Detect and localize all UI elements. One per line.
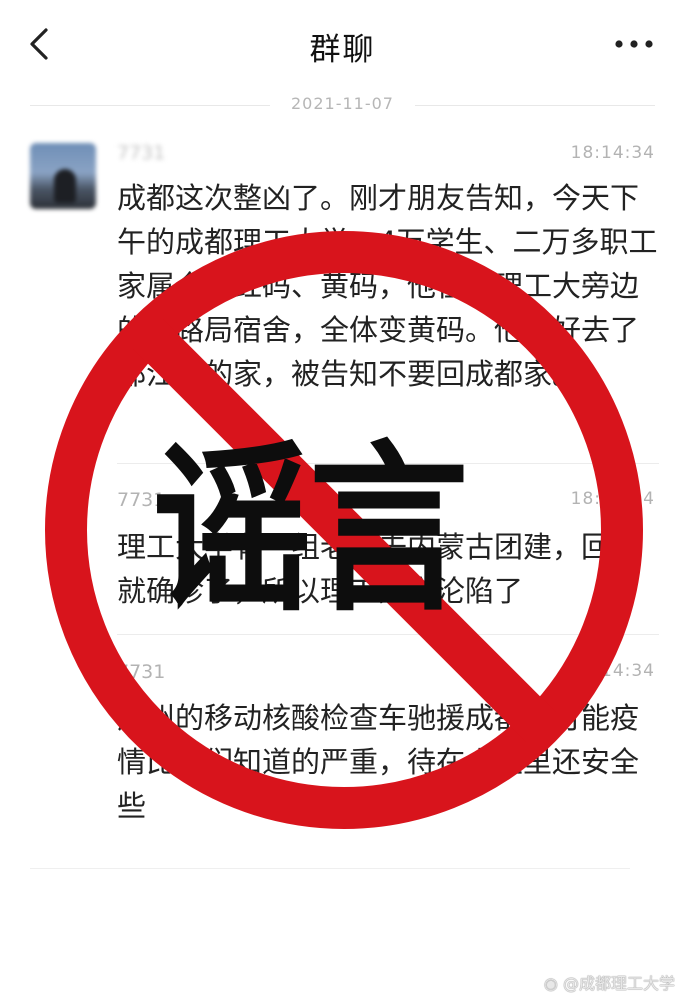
date-divider: 2021-11-07 <box>0 92 685 118</box>
avatar[interactable] <box>30 143 96 209</box>
sender-name: 7731 <box>117 142 166 164</box>
list-bottom-divider <box>30 868 630 869</box>
sender-name: 7731 <box>117 661 166 683</box>
chat-header: 群聊 <box>0 0 685 92</box>
message-text[interactable]: 成都这次整凶了。刚才朋友告知，今天下午的成都理工大学，4万学生、二万多职工家属全… <box>117 176 665 396</box>
message-separator <box>117 463 659 464</box>
message-time: 18:14:34 <box>570 489 655 509</box>
more-dots-icon[interactable] <box>612 34 656 54</box>
date-label: 2021-11-07 <box>291 94 394 113</box>
chat-title: 群聊 <box>309 32 376 68</box>
message-time: 18:14:34 <box>570 143 655 163</box>
weibo-icon: ◉ <box>543 974 558 993</box>
divider-line <box>415 105 655 106</box>
message-text[interactable]: 广州的移动核酸检查车驰援成都，可能疫情比我们知道的严重，待在小区里还安全些 <box>117 696 665 828</box>
watermark-text: @成都理工大学 <box>562 974 675 993</box>
source-watermark: ◉ @成都理工大学 <box>544 970 675 994</box>
message-time: 18:14:34 <box>570 661 655 681</box>
sender-name: 7731 <box>117 489 166 511</box>
message-text[interactable]: 理工大学有一组老师去内蒙古团建，回来就确诊了，所以理工大学沦陷了 <box>117 525 665 613</box>
message-separator <box>117 634 659 635</box>
